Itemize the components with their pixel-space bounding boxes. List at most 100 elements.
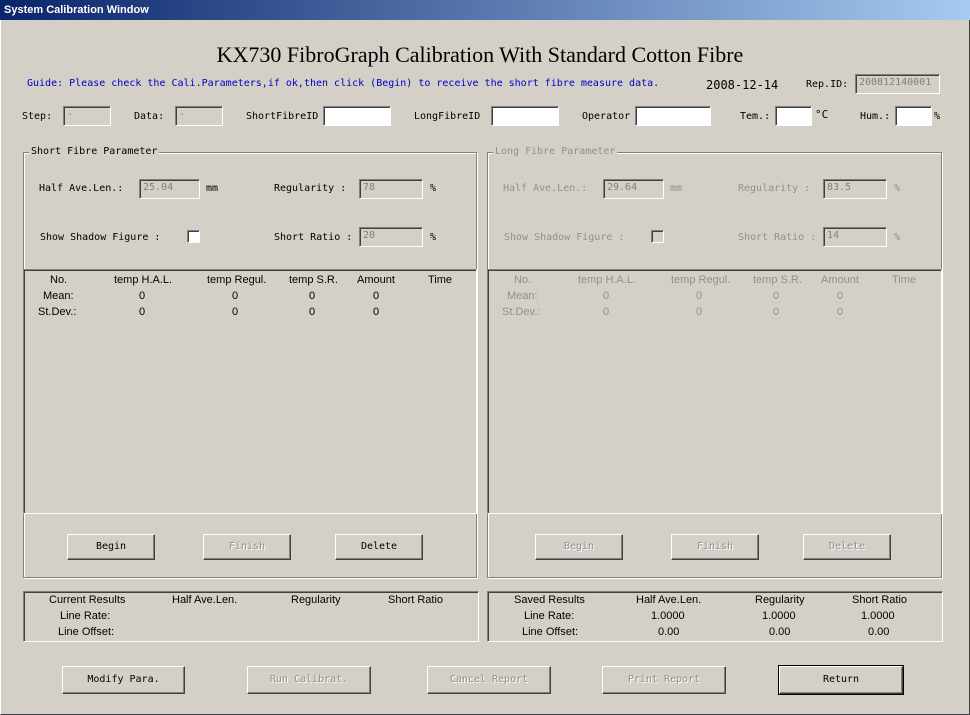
rep-id-field[interactable]: 200812140001: [855, 74, 940, 94]
table-header-amount: Amount: [821, 274, 859, 286]
run-calibration-button[interactable]: Run Calibrat.: [247, 666, 371, 694]
long-shadow-label: Show Shadow Figure :: [504, 232, 625, 243]
table-cell: 0: [773, 306, 780, 318]
long-fibre-id-input[interactable]: [491, 106, 559, 126]
short-regularity-field[interactable]: 78: [359, 179, 423, 199]
short-fibre-group-title: Short Fibre Parameter: [29, 146, 160, 157]
short-delete-button[interactable]: Delete: [335, 534, 423, 560]
date-label: 2008-12-14: [706, 78, 779, 92]
table-cell: 0: [837, 306, 844, 318]
print-report-button[interactable]: Print Report: [602, 666, 726, 694]
title-bar: System Calibration Window: [0, 0, 970, 20]
page-title: KX730 FibroGraph Calibration With Standa…: [216, 42, 744, 67]
results-row-label: Line Offset:: [58, 626, 115, 638]
table-header-hal: temp H.A.L.: [578, 274, 637, 286]
data-field[interactable]: -: [175, 106, 223, 126]
table-cell: 0: [232, 290, 239, 302]
short-ratio-label: Short Ratio :: [274, 232, 353, 243]
short-shadow-label: Show Shadow Figure :: [40, 232, 161, 243]
short-hal-label: Half Ave.Len.:: [39, 183, 124, 194]
percent-unit: %: [934, 111, 941, 122]
long-hal-unit: mm: [670, 183, 683, 194]
step-field[interactable]: -: [63, 106, 111, 126]
short-fibre-id-input[interactable]: [323, 106, 391, 126]
long-fibre-group-title: Long Fibre Parameter: [493, 146, 618, 157]
short-begin-button[interactable]: Begin: [67, 534, 155, 560]
table-header-hal: temp H.A.L.: [114, 274, 173, 286]
short-finish-button[interactable]: Finish: [203, 534, 291, 560]
table-cell: 0: [603, 306, 610, 318]
short-regularity-label: Regularity :: [274, 183, 347, 194]
table-cell: 0: [603, 290, 610, 302]
results-cell: 1.0000: [861, 610, 895, 622]
short-shadow-checkbox[interactable]: [187, 230, 200, 243]
results-header: Regularity: [291, 594, 341, 606]
short-hal-unit: mm: [206, 183, 219, 194]
table-cell: 0: [232, 306, 239, 318]
short-ratio-unit: %: [430, 232, 437, 243]
table-row-label: St.Dev.:: [502, 306, 541, 318]
return-button[interactable]: Return: [778, 665, 904, 695]
step-label: Step:: [22, 111, 53, 122]
results-cell: 1.0000: [762, 610, 796, 622]
rep-id-label: Rep.ID:: [806, 79, 849, 90]
long-hal-label: Half Ave.Len.:: [503, 183, 588, 194]
humidity-label: Hum.:: [860, 111, 891, 122]
results-cell: 0.00: [769, 626, 791, 638]
long-shadow-checkbox[interactable]: [651, 230, 664, 243]
table-header-no: No.: [514, 274, 532, 286]
long-delete-button[interactable]: Delete: [803, 534, 891, 560]
saved-results-panel: Saved Results Half Ave.Len. Regularity S…: [487, 591, 943, 642]
results-header: Saved Results: [514, 594, 585, 606]
temperature-label: Tem.:: [740, 111, 771, 122]
guide-text: Guide: Please check the Cali.Parameters,…: [27, 78, 660, 89]
table-cell: 0: [309, 290, 316, 302]
long-begin-button[interactable]: Begin: [535, 534, 623, 560]
results-header: Half Ave.Len.: [636, 594, 702, 606]
results-cell: 0.00: [658, 626, 680, 638]
short-regularity-unit: %: [430, 183, 437, 194]
long-ratio-unit: %: [894, 232, 901, 243]
long-regularity-field[interactable]: 83.5: [823, 179, 887, 199]
table-row-label: Mean:: [43, 290, 74, 302]
long-ratio-field[interactable]: 14: [823, 227, 887, 247]
table-header-no: No.: [50, 274, 68, 286]
short-fibre-id-label: ShortFibreID: [246, 111, 319, 122]
long-regularity-unit: %: [894, 183, 901, 194]
table-row-label: Mean:: [507, 290, 538, 302]
long-data-table[interactable]: No. temp H.A.L. temp Regul. temp S.R. Am…: [487, 269, 942, 514]
cancel-report-button[interactable]: Cancel Report: [427, 666, 551, 694]
results-header: Current Results: [49, 594, 126, 606]
table-cell: 0: [373, 306, 380, 318]
table-cell: 0: [139, 290, 146, 302]
results-header: Half Ave.Len.: [172, 594, 238, 606]
humidity-input[interactable]: [895, 106, 932, 126]
table-cell: 0: [309, 306, 316, 318]
table-cell: 0: [837, 290, 844, 302]
celsius-unit: °C: [815, 108, 829, 121]
current-results-panel: Current Results Half Ave.Len. Regularity…: [23, 591, 479, 642]
short-hal-field[interactable]: 25.04: [139, 179, 200, 199]
operator-input[interactable]: [635, 106, 711, 126]
results-cell: 0.00: [868, 626, 890, 638]
table-row-label: St.Dev.:: [38, 306, 77, 318]
table-cell: 0: [373, 290, 380, 302]
long-hal-field[interactable]: 29.64: [603, 179, 664, 199]
table-header-time: Time: [892, 274, 917, 286]
results-header: Short Ratio: [388, 594, 444, 606]
short-data-table[interactable]: No. temp H.A.L. temp Regul. temp S.R. Am…: [23, 269, 477, 514]
long-regularity-label: Regularity :: [738, 183, 811, 194]
long-fibre-id-label: LongFibreID: [414, 111, 481, 122]
short-ratio-field[interactable]: 20: [359, 227, 423, 247]
table-cell: 0: [696, 290, 703, 302]
operator-label: Operator: [582, 111, 631, 122]
table-header-regul: temp Regul.: [671, 274, 731, 286]
data-label: Data:: [134, 111, 165, 122]
modify-para-button[interactable]: Modify Para.: [62, 666, 185, 694]
long-finish-button[interactable]: Finish: [671, 534, 759, 560]
table-cell: 0: [139, 306, 146, 318]
table-header-time: Time: [428, 274, 453, 286]
window-title: System Calibration Window: [4, 4, 149, 16]
table-cell: 0: [696, 306, 703, 318]
temperature-input[interactable]: [775, 106, 812, 126]
